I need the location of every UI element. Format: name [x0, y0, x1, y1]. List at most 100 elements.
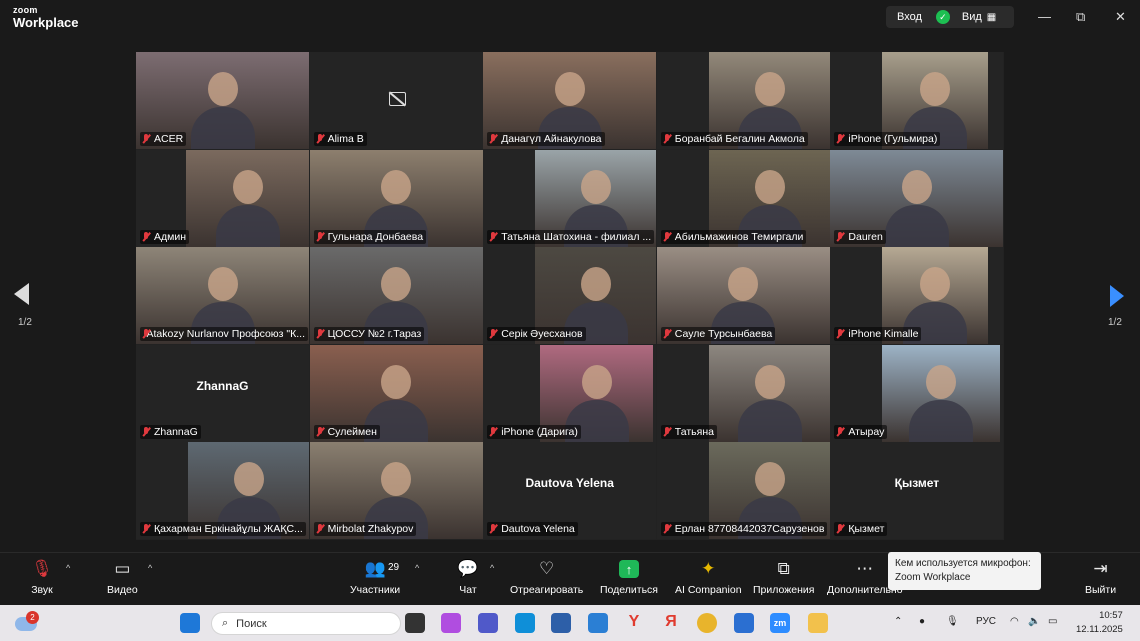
- participants-options-caret-icon[interactable]: ^: [415, 563, 419, 573]
- ai-companion-button[interactable]: ✦ AI Companion: [675, 559, 742, 596]
- participant-name: iPhone Kimalle: [848, 328, 919, 341]
- video-tile[interactable]: Қызмет Қызмет: [830, 442, 1004, 540]
- file-explorer-icon[interactable]: [808, 613, 828, 633]
- react-button[interactable]: ♡ Отреагировать: [510, 559, 583, 596]
- page-indicator-left: 1/2: [18, 317, 32, 328]
- video-tile[interactable]: Сауле Турсынбаева: [656, 247, 830, 345]
- wifi-icon[interactable]: ◠: [1010, 616, 1019, 627]
- store-icon[interactable]: [588, 613, 608, 633]
- minimize-button[interactable]: —: [1038, 9, 1051, 24]
- video-tile[interactable]: ЦОССУ №2 г.Тараз: [309, 247, 483, 345]
- participant-name: Alima B: [327, 133, 364, 145]
- leave-button[interactable]: ⇥ Выйти: [1085, 559, 1116, 596]
- participant-name-label: iPhone Kimalle: [834, 327, 922, 342]
- video-tile[interactable]: Атырау: [830, 344, 1004, 442]
- zoom-window: zoom Workplace Вход ✓ Вид ▦ — ⧉ ✕ 1/2 1/…: [0, 0, 1140, 605]
- keyboard-language[interactable]: РУС: [976, 616, 996, 627]
- video-options-caret-icon[interactable]: ^: [148, 563, 152, 573]
- audio-options-caret-icon[interactable]: ^: [66, 563, 70, 573]
- chrome-icon[interactable]: [697, 613, 717, 633]
- grid-view-icon[interactable]: ▦: [987, 12, 996, 23]
- video-tile[interactable]: Татьяна Шатохина - филиал ...: [483, 149, 657, 247]
- tooltip-line2: Zoom Workplace: [895, 571, 971, 583]
- video-label: Видео: [107, 584, 138, 596]
- participant-name-label: Alima B: [313, 132, 367, 146]
- zoom-taskbar-icon[interactable]: zm: [770, 613, 790, 633]
- battery-icon[interactable]: ▭: [1048, 616, 1057, 627]
- video-tile[interactable]: Татьяна: [656, 344, 830, 442]
- muted-microphone-icon: [316, 231, 324, 242]
- video-tile[interactable]: Гульнара Донбаева: [309, 149, 483, 247]
- close-button[interactable]: ✕: [1115, 9, 1126, 25]
- participant-name-label: Серік Әуесханов: [487, 327, 586, 342]
- system-clock[interactable]: 10:57 12.11.2025: [1076, 609, 1123, 637]
- share-button[interactable]: ↑ Поделиться: [600, 559, 658, 596]
- microphone-in-use-icon[interactable]: 🎙: [946, 616, 959, 627]
- video-tile[interactable]: iPhone (Гульмира): [830, 52, 1004, 149]
- previous-page-arrow-icon[interactable]: [14, 283, 29, 305]
- next-page-arrow-icon[interactable]: [1110, 285, 1124, 307]
- audio-button[interactable]: 🎙 Звук: [30, 559, 54, 596]
- apps-button[interactable]: ⧉ Приложения: [753, 559, 814, 596]
- video-button[interactable]: ▭ Видео: [107, 559, 138, 596]
- tray-app-icon[interactable]: ●: [919, 616, 925, 627]
- yandex-icon[interactable]: Я: [661, 613, 681, 633]
- logo-line1: zoom: [13, 5, 38, 15]
- participant-name-label: Atakozy Nurlanov Профсоюз "К...: [140, 327, 308, 342]
- sign-in-button[interactable]: Вход: [897, 11, 922, 23]
- video-tile[interactable]: Боранбай Бегалин Акмола: [656, 52, 830, 149]
- video-tile[interactable]: iPhone Kimalle: [830, 247, 1004, 345]
- participant-name: Ерлан 87708442037Сарузенов: [674, 523, 825, 536]
- video-tile[interactable]: ZhannaG ZhannaG: [136, 344, 309, 442]
- participant-silhouette: [581, 169, 612, 204]
- video-gallery: ACER Alima B Данагүл Айнакулова Боранбай Бе…: [136, 52, 1004, 540]
- chat-button[interactable]: 💬 Чат: [456, 559, 480, 596]
- sparkle-icon: ✦: [701, 559, 716, 578]
- participant-name: ACER: [154, 133, 184, 145]
- video-tile[interactable]: Сулеймен: [309, 344, 483, 442]
- video-tile[interactable]: Админ: [136, 149, 309, 247]
- edge-icon[interactable]: [515, 613, 535, 633]
- app-icon[interactable]: [551, 613, 571, 633]
- muted-microphone-icon: [142, 134, 150, 144]
- tray-overflow-icon[interactable]: ⌃: [894, 616, 902, 627]
- video-tile[interactable]: Dauren: [830, 149, 1004, 247]
- volume-icon[interactable]: 🔈: [1028, 616, 1040, 627]
- participant-name-label: ACER: [140, 132, 187, 146]
- view-button[interactable]: Вид: [962, 11, 982, 23]
- restore-button[interactable]: ⧉: [1076, 9, 1085, 25]
- video-tile[interactable]: Ерлан 87708442037Сарузенов: [656, 442, 830, 540]
- participant-name-label: Боранбай Бегалин Акмола: [660, 132, 808, 146]
- muted-microphone-icon: [489, 524, 497, 534]
- copilot-icon[interactable]: [441, 613, 461, 633]
- chat-options-caret-icon[interactable]: ^: [490, 563, 494, 573]
- yandex-browser-icon[interactable]: Y: [624, 613, 644, 633]
- muted-microphone-icon: [142, 231, 150, 242]
- video-tile[interactable]: Dautova Yelena Dautova Yelena: [483, 442, 657, 540]
- word-icon[interactable]: [734, 613, 754, 633]
- participant-display-name: Қызмет: [894, 476, 940, 491]
- participant-name: Dauren: [848, 230, 883, 243]
- video-tile[interactable]: Серік Әуесханов: [483, 247, 657, 345]
- video-tile[interactable]: Mirbolat Zhakypov: [309, 442, 483, 540]
- video-tile[interactable]: Alima B: [309, 52, 483, 149]
- participant-name-label: Абильмажинов Темиргали: [660, 229, 807, 244]
- taskbar-search[interactable]: ⌕ Поиск: [211, 612, 401, 635]
- account-bar: Вход ✓ Вид ▦: [886, 6, 1014, 28]
- task-view-icon[interactable]: [405, 613, 425, 633]
- video-tile[interactable]: Абильмажинов Темиргали: [656, 149, 830, 247]
- teams-icon[interactable]: [478, 613, 498, 633]
- video-tile[interactable]: Данагүл Айнакулова: [483, 52, 657, 149]
- ai-companion-label: AI Companion: [675, 584, 742, 596]
- clock-date: 12.11.2025: [1076, 623, 1123, 635]
- start-menu-icon[interactable]: [180, 613, 200, 633]
- video-tile[interactable]: iPhone (Дарига): [483, 344, 657, 442]
- video-tile[interactable]: Қахарман Еркінайұлы ЖАҚС...: [136, 442, 309, 540]
- video-tile[interactable]: ACER: [136, 52, 309, 149]
- muted-microphone-icon: [663, 231, 671, 242]
- participant-name: Қахарман Еркінайұлы ЖАҚС...: [154, 523, 303, 536]
- participant-name: Серік Әуесханов: [501, 328, 583, 341]
- encryption-shield-icon[interactable]: ✓: [935, 10, 950, 24]
- camera-icon: ▭: [114, 559, 131, 578]
- video-tile[interactable]: Atakozy Nurlanov Профсоюз "К...: [136, 247, 309, 345]
